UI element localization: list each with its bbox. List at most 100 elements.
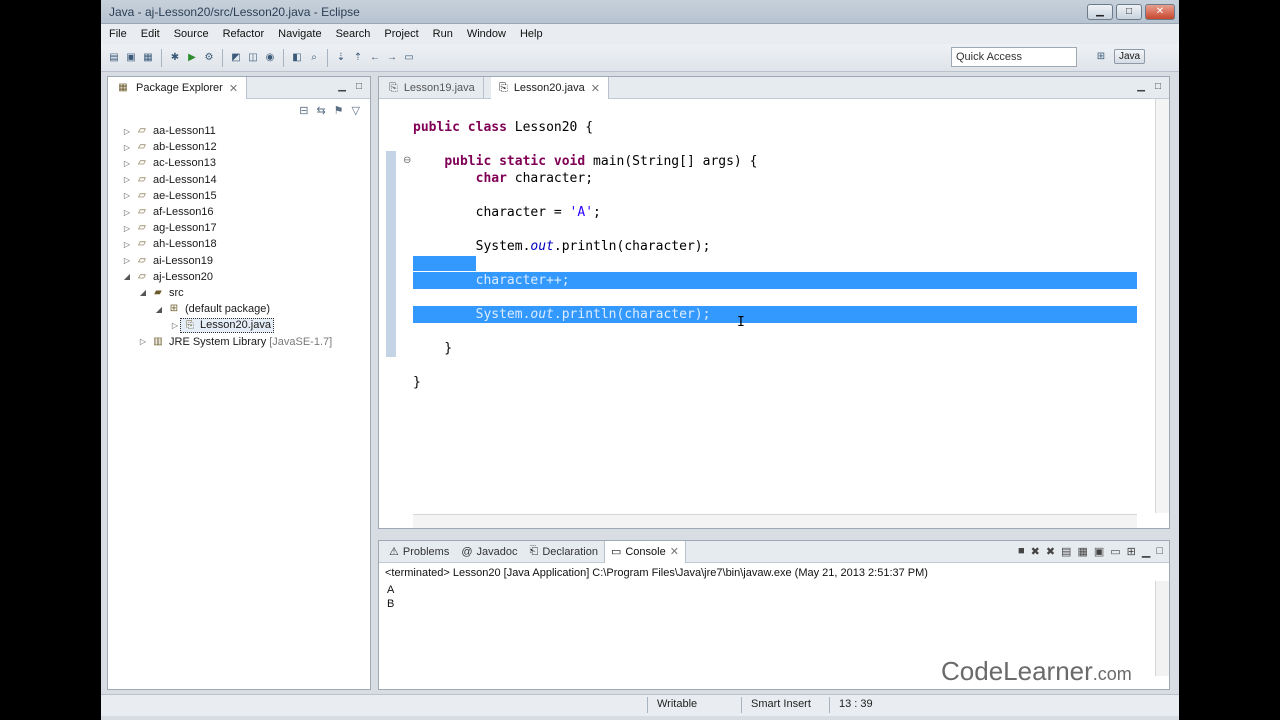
tree-item-project[interactable]: ▷ ▱ ab-Lesson12 xyxy=(122,139,332,155)
maximize-view-icon[interactable]: □ xyxy=(1156,545,1163,558)
new-class-icon[interactable]: ◉ xyxy=(263,51,277,65)
close-button[interactable]: ✕ xyxy=(1145,4,1175,20)
search-icon[interactable]: ⌕ xyxy=(307,51,321,65)
pin-editor-icon[interactable]: ▭ xyxy=(402,51,416,65)
tab-problems[interactable]: ⚠ Problems xyxy=(383,541,455,563)
code-line: character++; xyxy=(475,273,570,288)
minimize-view-icon[interactable]: ▁ xyxy=(338,81,346,92)
open-console-icon[interactable]: ⊞ xyxy=(1127,545,1136,558)
new-java-project-icon[interactable]: ◩ xyxy=(229,51,243,65)
back-icon[interactable]: ← xyxy=(368,51,382,65)
tree-item-project[interactable]: ◢ ▱ aj-Lesson20 xyxy=(122,269,332,285)
save-icon[interactable]: ▣ xyxy=(124,51,138,65)
new-icon[interactable]: ▤ xyxy=(107,51,121,65)
tree-item-project[interactable]: ▷ ▱ ad-Lesson14 xyxy=(122,172,332,188)
close-tab-icon[interactable]: ✕ xyxy=(591,82,600,95)
editor-horizontal-scrollbar[interactable] xyxy=(413,514,1137,528)
console-output[interactable]: A B xyxy=(387,583,394,611)
expand-arrow-icon[interactable]: ▷ xyxy=(122,159,132,168)
minimize-editor-icon[interactable]: ▁ xyxy=(1137,81,1145,92)
collapse-all-icon[interactable]: ⊟ xyxy=(299,104,308,117)
menu-run[interactable]: Run xyxy=(433,28,453,40)
selected-file[interactable]: ⎘ Lesson20.java xyxy=(180,317,274,333)
debug-icon[interactable]: ✱ xyxy=(168,51,182,65)
expand-arrow-icon[interactable]: ▷ xyxy=(170,321,180,330)
expand-arrow-icon[interactable]: ▷ xyxy=(138,337,148,346)
close-tab-icon[interactable]: ✕ xyxy=(670,545,679,558)
view-menu-icon[interactable]: ▽ xyxy=(352,104,360,117)
tree-item-project[interactable]: ▷ ▱ ai-Lesson19 xyxy=(122,253,332,269)
scroll-lock-icon[interactable]: ▤ xyxy=(1061,545,1071,558)
expand-arrow-icon[interactable]: ▷ xyxy=(122,175,132,184)
menu-file[interactable]: File xyxy=(109,28,127,40)
menu-help[interactable]: Help xyxy=(520,28,543,40)
tree-item-project[interactable]: ▷ ▱ ag-Lesson17 xyxy=(122,220,332,236)
maximize-view-icon[interactable]: □ xyxy=(356,81,362,92)
fold-collapse-icon[interactable]: ⊖ xyxy=(403,155,411,166)
package-explorer-tab[interactable]: ▦ Package Explorer ✕ xyxy=(108,77,248,99)
menu-search[interactable]: Search xyxy=(336,28,371,40)
tree-item-project[interactable]: ▷ ▱ ae-Lesson15 xyxy=(122,188,332,204)
menu-source[interactable]: Source xyxy=(174,28,209,40)
menu-edit[interactable]: Edit xyxy=(141,28,160,40)
print-icon[interactable]: ▦ xyxy=(141,51,155,65)
forward-icon[interactable]: → xyxy=(385,51,399,65)
quick-access-input[interactable]: Quick Access xyxy=(951,47,1077,67)
eclipse-window: Java - aj-Lesson20/src/Lesson20.java - E… xyxy=(101,0,1179,720)
expand-arrow-icon[interactable]: ▷ xyxy=(122,191,132,200)
expand-arrow-icon[interactable]: ▷ xyxy=(122,127,132,136)
problems-icon: ⚠ xyxy=(389,546,399,558)
terminate-icon[interactable]: ■ xyxy=(1018,545,1025,558)
tab-lesson20[interactable]: ⎘ Lesson20.java ✕ xyxy=(491,77,609,99)
previous-annotation-icon[interactable]: ⇡ xyxy=(351,51,365,65)
filter-icon[interactable]: ⚑ xyxy=(334,104,344,117)
package-icon: ⊞ xyxy=(169,303,179,315)
run-icon[interactable]: ▶ xyxy=(185,51,199,65)
pin-console-icon[interactable]: ▣ xyxy=(1094,545,1104,558)
expand-arrow-icon[interactable]: ▷ xyxy=(122,224,132,233)
menu-navigate[interactable]: Navigate xyxy=(278,28,321,40)
open-type-icon[interactable]: ◧ xyxy=(290,51,304,65)
maximize-button[interactable]: □ xyxy=(1116,4,1142,20)
remove-launch-icon[interactable]: ✖ xyxy=(1031,545,1040,558)
expand-arrow-icon[interactable]: ▷ xyxy=(122,143,132,152)
project-folder-icon: ▱ xyxy=(138,254,146,266)
minimize-view-icon[interactable]: ▁ xyxy=(1142,545,1150,558)
collapse-arrow-icon[interactable]: ◢ xyxy=(154,305,164,314)
menu-project[interactable]: Project xyxy=(384,28,418,40)
menu-window[interactable]: Window xyxy=(467,28,506,40)
maximize-editor-icon[interactable]: □ xyxy=(1155,81,1161,92)
tree-item-src[interactable]: ◢ ▰ src xyxy=(122,285,332,301)
console-scrollbar[interactable] xyxy=(1155,581,1169,676)
tree-item-project[interactable]: ▷ ▱ ac-Lesson13 xyxy=(122,155,332,171)
minimize-button[interactable]: ▁ xyxy=(1087,4,1113,20)
editor-vertical-scrollbar[interactable] xyxy=(1155,99,1169,513)
collapse-arrow-icon[interactable]: ◢ xyxy=(138,288,148,297)
next-annotation-icon[interactable]: ⇣ xyxy=(334,51,348,65)
close-view-icon[interactable]: ✕ xyxy=(229,82,238,95)
tree-item-project[interactable]: ▷ ▱ af-Lesson16 xyxy=(122,204,332,220)
open-perspective-icon[interactable]: ⊞ xyxy=(1094,50,1108,64)
tab-javadoc[interactable]: @ Javadoc xyxy=(455,541,523,563)
tab-lesson19[interactable]: ⎘ Lesson19.java xyxy=(381,77,484,99)
tree-item-jre[interactable]: ▷ ▥ JRE System Library [JavaSE-1.7] xyxy=(122,333,332,349)
clear-console-icon[interactable]: ▦ xyxy=(1077,545,1087,558)
link-with-editor-icon[interactable]: ⇆ xyxy=(316,104,325,117)
collapse-arrow-icon[interactable]: ◢ xyxy=(122,272,132,281)
new-package-icon[interactable]: ◫ xyxy=(246,51,260,65)
display-console-icon[interactable]: ▭ xyxy=(1110,545,1120,558)
menu-refactor[interactable]: Refactor xyxy=(223,28,265,40)
expand-arrow-icon[interactable]: ▷ xyxy=(122,240,132,249)
code-area[interactable]: public class Lesson20 { public static vo… xyxy=(413,119,1137,391)
tree-item-project[interactable]: ▷ ▱ aa-Lesson11 xyxy=(122,123,332,139)
tree-item-file[interactable]: ▷ ⎘ Lesson20.java xyxy=(122,317,332,333)
remove-all-icon[interactable]: ✖ xyxy=(1046,545,1055,558)
tab-declaration[interactable]: ⎗ Declaration xyxy=(524,541,604,563)
external-tools-icon[interactable]: ⚙ xyxy=(202,51,216,65)
expand-arrow-icon[interactable]: ▷ xyxy=(122,256,132,265)
tab-console[interactable]: ▭ Console ✕ xyxy=(603,540,686,563)
tree-item-package[interactable]: ◢ ⊞ (default package) xyxy=(122,301,332,317)
java-perspective-button[interactable]: Java xyxy=(1114,49,1146,64)
tree-item-project[interactable]: ▷ ▱ ah-Lesson18 xyxy=(122,236,332,252)
expand-arrow-icon[interactable]: ▷ xyxy=(122,208,132,217)
